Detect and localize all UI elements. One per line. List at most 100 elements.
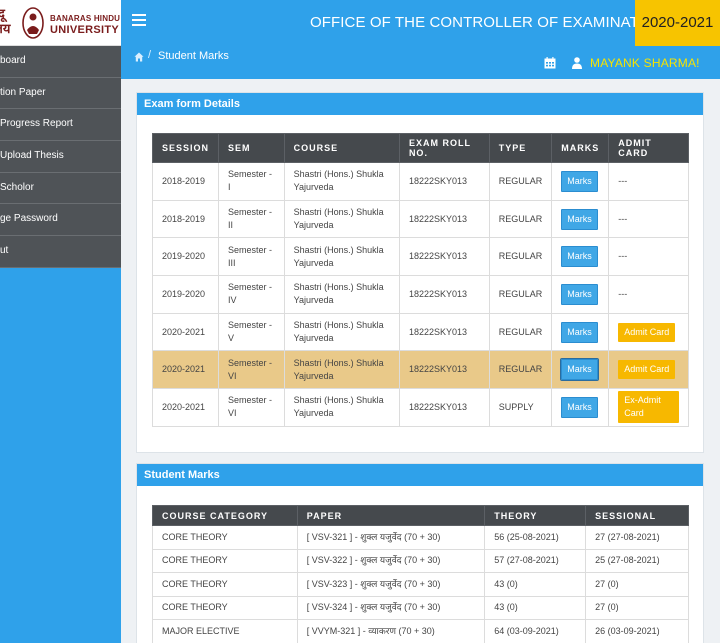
panel-title: Exam form Details — [137, 93, 703, 115]
sem-cell: Semester - I — [218, 162, 285, 201]
table-header-row: SESSION SEM COURSE EXAM ROLL NO. TYPE MA… — [151, 133, 689, 163]
session-cell: 2019-2020 — [151, 237, 220, 277]
course-cell: Shastri (Hons.) Shukla Yajurveda — [283, 350, 400, 390]
course-cell: Shastri (Hons.) Shukla Yajurveda — [283, 162, 400, 201]
marks-button[interactable]: Marks — [561, 321, 598, 343]
sidebar-item-scholor[interactable]: Scholor — [0, 172, 121, 205]
column-header: MARKS — [551, 133, 610, 163]
sidebar-item-upload-thesis[interactable]: Upload Thesis — [0, 141, 121, 173]
column-header: EXAM ROLL NO. — [398, 133, 490, 163]
column-header: ADMIT CARD — [608, 133, 689, 163]
column-header: SEM — [218, 133, 285, 163]
sidebar-item-question-paper[interactable]: tion Paper — [0, 77, 121, 110]
table-row: CORE THEORY [ VSV-323 ] - शुक्ल यजुर्वेद… — [152, 572, 689, 597]
sessional-cell: 26 (03-09-2021) — [585, 619, 689, 643]
sessional-cell: 25 (27-08-2021) — [585, 548, 689, 573]
calendar-icon[interactable] — [544, 57, 556, 69]
admit-card-button[interactable]: Admit Card — [618, 360, 676, 380]
marks-cell: Marks — [551, 275, 610, 314]
type-cell: REGULAR — [488, 312, 553, 352]
marks-button[interactable]: Marks — [561, 246, 598, 268]
theory-cell: 43 (0) — [484, 572, 587, 597]
column-header: SESSIONAL — [585, 505, 689, 526]
column-header: COURSE CATEGORY — [152, 505, 298, 526]
admit-cell: --- — [608, 199, 689, 239]
student-marks-table: COURSE CATEGORY PAPER THEORY SESSIONAL C… — [152, 505, 689, 643]
category-cell: CORE THEORY — [152, 548, 298, 573]
table-row: 2019-2020 Semester - III Shastri (Hons.)… — [151, 237, 689, 277]
category-cell: MAJOR ELECTIVE — [152, 619, 298, 643]
marks-cell: Marks — [551, 237, 610, 277]
sem-cell: Semester - VI — [218, 350, 285, 390]
table-row-selected: 2020-2021 Semester - VI Shastri (Hons.) … — [151, 350, 689, 390]
university-emblem-icon — [22, 7, 44, 39]
sem-cell: Semester - IV — [218, 275, 285, 314]
sidebar: न्दू लय BANARAS HINDU UNIVERSITY board t… — [0, 0, 121, 643]
ex-admit-card-button[interactable]: Ex-Admit Card — [618, 391, 679, 424]
sidebar-item-dashboard[interactable]: board — [0, 46, 121, 78]
type-cell: SUPPLY — [488, 388, 553, 427]
roll-cell: 18222SKY013 — [398, 162, 490, 201]
marks-button[interactable]: Marks — [561, 396, 598, 418]
table-row: 2019-2020 Semester - IV Shastri (Hons.) … — [151, 275, 689, 314]
column-header: SESSION — [151, 133, 220, 163]
roll-cell: 18222SKY013 — [398, 350, 490, 390]
marks-button[interactable]: Marks — [561, 208, 598, 230]
sessional-cell: 27 (0) — [585, 595, 689, 620]
session-cell: 2018-2019 — [151, 199, 220, 239]
column-header: THEORY — [484, 505, 587, 526]
marks-button[interactable]: Marks — [561, 283, 598, 305]
roll-cell: 18222SKY013 — [398, 275, 490, 314]
admit-cell: --- — [608, 237, 689, 277]
table-row: CORE THEORY [ VSV-321 ] - शुक्ल यजुर्वेद… — [152, 525, 689, 550]
type-cell: REGULAR — [488, 350, 553, 390]
sidebar-item-logout[interactable]: ut — [0, 236, 121, 268]
table-row: 2018-2019 Semester - II Shastri (Hons.) … — [151, 199, 689, 239]
top-header: OFFICE OF THE CONTROLLER OF EXAMINATIONS… — [121, 0, 720, 46]
theory-cell: 57 (27-08-2021) — [484, 548, 587, 573]
course-cell: Shastri (Hons.) Shukla Yajurveda — [283, 312, 400, 352]
breadcrumb-current: Student Marks — [158, 50, 229, 62]
session-cell: 2018-2019 — [151, 162, 220, 201]
session-cell: 2019-2020 — [151, 275, 220, 314]
sessional-cell: 27 (27-08-2021) — [585, 525, 689, 550]
session-cell: 2020-2021 — [151, 388, 220, 427]
paper-cell: [ VVYM-321 ] - व्याकरण (70 + 30) — [296, 619, 486, 643]
sidebar-item-change-password[interactable]: ge Password — [0, 204, 121, 237]
admit-cell: --- — [608, 275, 689, 314]
menu-icon[interactable] — [132, 14, 146, 28]
university-logo[interactable]: न्दू लय BANARAS HINDU UNIVERSITY — [0, 0, 121, 46]
session-cell: 2020-2021 — [151, 312, 220, 352]
marks-cell: Marks — [551, 199, 610, 239]
paper-cell: [ VSV-321 ] - शुक्ल यजुर्वेद (70 + 30) — [296, 525, 486, 550]
theory-cell: 56 (25-08-2021) — [484, 525, 587, 550]
course-cell: Shastri (Hons.) Shukla Yajurveda — [283, 275, 400, 314]
user-icon[interactable] — [572, 57, 582, 69]
column-header: TYPE — [488, 133, 553, 163]
course-cell: Shastri (Hons.) Shukla Yajurveda — [283, 237, 400, 277]
roll-cell: 18222SKY013 — [398, 388, 490, 427]
type-cell: REGULAR — [488, 162, 553, 201]
theory-cell: 43 (0) — [484, 595, 587, 620]
sidebar-item-progress-report[interactable]: Progress Report — [0, 109, 121, 142]
sem-cell: Semester - V — [218, 312, 285, 352]
home-icon[interactable] — [134, 52, 144, 62]
category-cell: CORE THEORY — [152, 572, 298, 597]
logo-name-line1: BANARAS HINDU — [50, 14, 121, 23]
table-row: 2020-2021 Semester - VI Shastri (Hons.) … — [151, 388, 689, 427]
marks-cell: Marks — [551, 162, 610, 201]
category-cell: CORE THEORY — [152, 525, 298, 550]
type-cell: REGULAR — [488, 199, 553, 239]
user-name[interactable]: MAYANK SHARMA! — [590, 56, 700, 70]
roll-cell: 18222SKY013 — [398, 237, 490, 277]
table-row: MAJOR ELECTIVE [ VVYM-321 ] - व्याकरण (7… — [152, 619, 689, 643]
marks-button[interactable]: Marks — [560, 358, 599, 382]
office-title: OFFICE OF THE CONTROLLER OF EXAMINATIONS — [310, 14, 676, 31]
admit-cell: Ex-Admit Card — [608, 388, 689, 427]
table-row: 2018-2019 Semester - I Shastri (Hons.) S… — [151, 162, 689, 201]
breadcrumb-separator: / — [148, 49, 152, 61]
marks-button[interactable]: Marks — [561, 170, 598, 192]
exam-form-panel: Exam form Details SESSION SEM COURSE EXA… — [136, 92, 704, 453]
type-cell: REGULAR — [488, 275, 553, 314]
admit-card-button[interactable]: Admit Card — [618, 322, 676, 342]
